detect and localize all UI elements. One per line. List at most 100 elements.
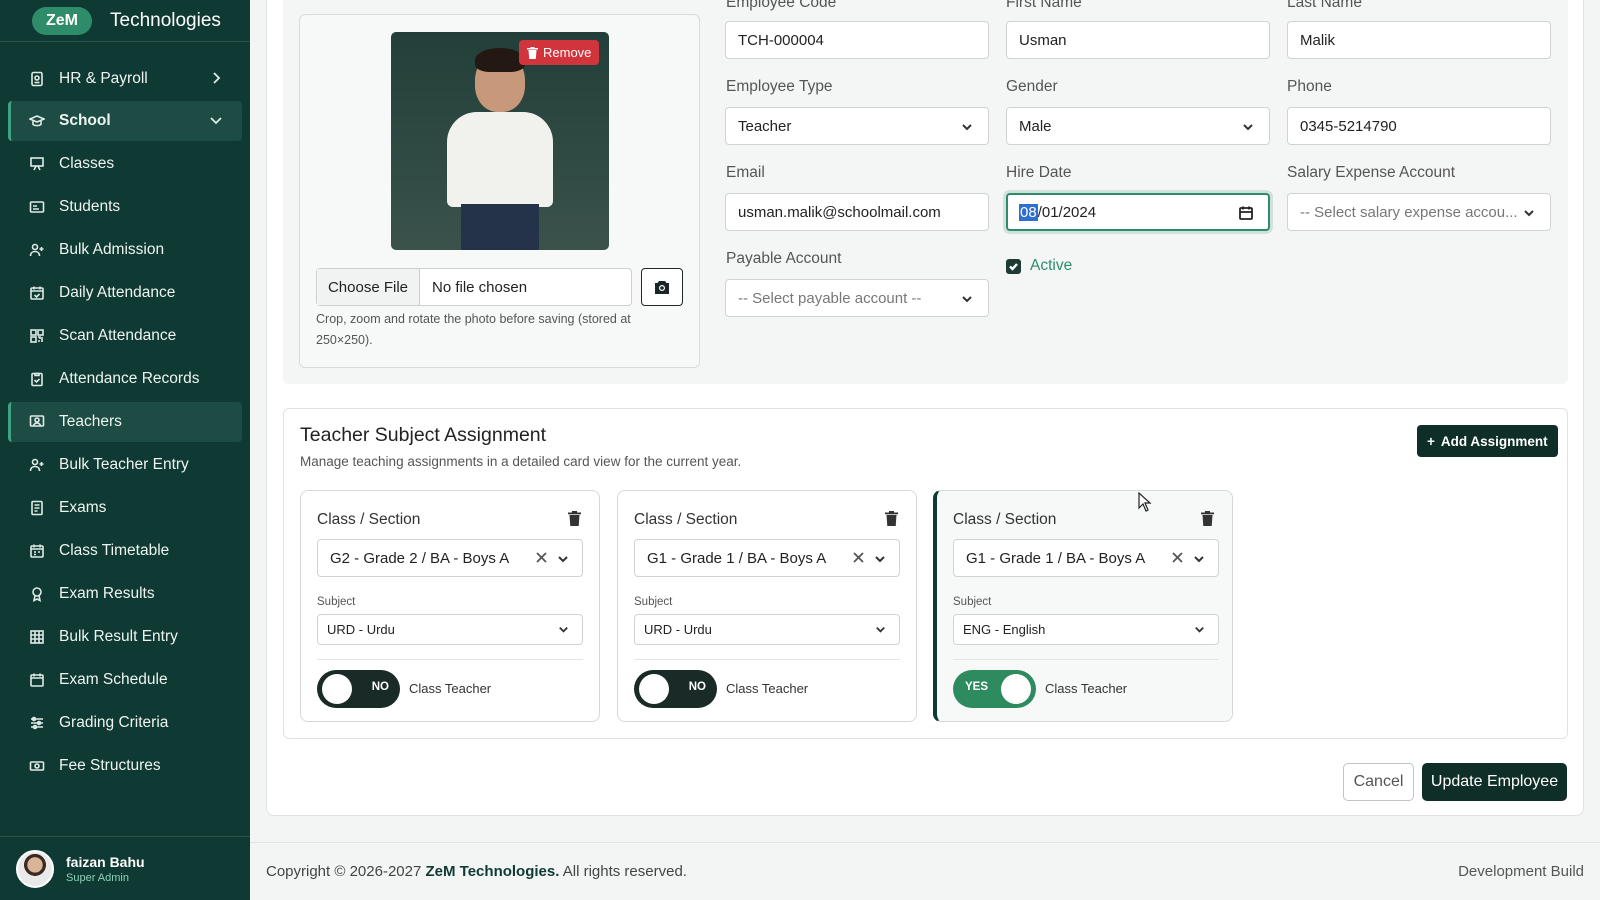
gender-select[interactable]: Male — [1006, 107, 1270, 145]
sidebar-item-hr-payroll[interactable]: HR & Payroll — [8, 59, 242, 99]
update-employee-button[interactable]: Update Employee — [1422, 763, 1567, 801]
sidebar-item-label: Scan Attendance — [59, 327, 177, 344]
class-teacher-toggle[interactable]: YES — [953, 670, 1036, 708]
chevron-down-icon — [1193, 623, 1206, 639]
sidebar-item-exam-schedule[interactable]: Exam Schedule — [8, 660, 242, 700]
last-name-field[interactable]: Malik — [1287, 21, 1551, 59]
subject-select[interactable]: ENG - English — [953, 614, 1219, 645]
employee-type-select[interactable]: Teacher — [725, 107, 989, 145]
first-name-field[interactable]: Usman — [1006, 21, 1270, 59]
sidebar-item-daily-attendance[interactable]: Daily Attendance — [8, 273, 242, 313]
sidebar-item-bulk-result-entry[interactable]: Bulk Result Entry — [8, 617, 242, 657]
sidebar-item-exams[interactable]: Exams — [8, 488, 242, 528]
employee-code-label: Employee Code — [726, 0, 837, 11]
class-teacher-label: Class Teacher — [409, 681, 492, 696]
class-teacher-label: Class Teacher — [726, 681, 809, 696]
sidebar-item-grading-criteria[interactable]: Grading Criteria — [8, 703, 242, 743]
sidebar-item-label: Grading Criteria — [59, 714, 169, 731]
trash-icon[interactable] — [885, 511, 898, 531]
class-teacher-toggle[interactable]: NO — [634, 670, 717, 708]
camera-button[interactable] — [641, 268, 683, 306]
chalkboard-icon — [28, 155, 46, 173]
sidebar-item-bulk-teacher-entry[interactable]: Bulk Teacher Entry — [8, 445, 242, 485]
subject-label: Subject — [317, 596, 356, 608]
sidebar-item-exam-results[interactable]: Exam Results — [8, 574, 242, 614]
sidebar-item-label: Bulk Admission — [59, 241, 165, 258]
clear-icon[interactable] — [1171, 551, 1184, 568]
cancel-button[interactable]: Cancel — [1343, 763, 1414, 801]
trash-icon[interactable] — [1201, 511, 1214, 531]
choose-file-button[interactable]: Choose File — [317, 269, 420, 305]
chevron-right-icon — [208, 70, 224, 91]
calendar-icon — [28, 542, 46, 560]
chevron-down-icon — [874, 623, 887, 639]
clear-icon[interactable] — [535, 551, 548, 568]
phone-field[interactable]: 0345-5214790 — [1287, 107, 1551, 145]
subject-select[interactable]: URD - Urdu — [317, 614, 583, 645]
brand-name: Technologies — [110, 9, 221, 31]
sidebar-item-label: Daily Attendance — [59, 284, 176, 301]
payable-account-select[interactable]: -- Select payable account -- — [725, 279, 989, 317]
sidebar-item-label: Fee Structures — [59, 757, 161, 774]
class-teacher-label: Class Teacher — [1045, 681, 1128, 696]
salary-account-select[interactable]: -- Select salary expense accou... — [1287, 193, 1551, 231]
calendar-icon[interactable] — [1238, 205, 1254, 225]
file-status: No file chosen — [432, 278, 528, 296]
class-section-label: Class / Section — [634, 511, 738, 528]
sidebar-item-label: Classes — [59, 155, 115, 172]
sidebar-item-attendance-records[interactable]: Attendance Records — [8, 359, 242, 399]
copyright-text: Copyright © 2026-2027 — [266, 863, 422, 880]
mouse-cursor-icon — [1138, 492, 1152, 512]
trash-icon[interactable] — [568, 511, 581, 531]
chevron-down-icon — [873, 552, 887, 570]
sidebar-item-classes[interactable]: Classes — [8, 144, 242, 184]
sidebar-item-fee-structures[interactable]: Fee Structures — [8, 746, 242, 786]
class-section-value: G1 - Grade 1 / BA - Boys A — [966, 549, 1146, 567]
money-icon — [28, 757, 46, 775]
class-section-value: G1 - Grade 1 / BA - Boys A — [647, 549, 827, 567]
employee-type-value: Teacher — [738, 117, 792, 135]
calendar-check-icon — [28, 284, 46, 302]
divider — [317, 659, 583, 660]
user-name: faizan Bahu — [66, 853, 145, 870]
toggle-state: YES — [965, 681, 989, 693]
sidebar-item-label: Exams — [59, 499, 107, 516]
remove-photo-button[interactable]: Remove — [519, 40, 600, 65]
subject-select[interactable]: URD - Urdu — [634, 614, 900, 645]
sidebar-item-label: Bulk Result Entry — [59, 628, 178, 645]
sidebar-item-students[interactable]: Students — [8, 187, 242, 227]
file-input[interactable]: Choose File No file chosen — [316, 268, 632, 306]
active-label: Active — [1030, 257, 1073, 274]
employee-code-field[interactable]: TCH-000004 — [725, 21, 989, 59]
chevron-down-icon — [960, 292, 974, 310]
add-assignment-button[interactable]: + Add Assignment — [1417, 425, 1558, 457]
subject-label: Subject — [953, 596, 992, 608]
sidebar-item-label: Exam Schedule — [59, 671, 168, 688]
hire-date-field[interactable]: 08 /01/2024 — [1006, 193, 1270, 231]
sidebar-item-teachers[interactable]: Teachers — [8, 402, 242, 442]
chevron-down-icon — [557, 623, 570, 639]
email-field[interactable]: usman.malik@schoolmail.com — [725, 193, 989, 231]
sidebar-item-bulk-admission[interactable]: Bulk Admission — [8, 230, 242, 270]
exam-icon — [28, 499, 46, 517]
last-name-label: Last Name — [1287, 0, 1362, 11]
user-role: Super Admin — [66, 871, 129, 884]
employee-type-label: Employee Type — [726, 78, 833, 95]
assignment-subtitle: Manage teaching assignments in a detaile… — [300, 454, 742, 469]
clear-icon[interactable] — [852, 551, 865, 568]
company-name[interactable]: ZeM Technologies. — [426, 863, 560, 880]
sidebar-item-scan-attendance[interactable]: Scan Attendance — [8, 316, 242, 356]
sidebar-item-school[interactable]: School — [8, 101, 242, 141]
sidebar-item-label: HR & Payroll — [59, 70, 148, 87]
brand[interactable]: ZeM Technologies — [0, 0, 250, 42]
sidebar-item-class-timetable[interactable]: Class Timetable — [8, 531, 242, 571]
active-checkbox[interactable] — [1006, 259, 1021, 274]
class-section-select[interactable]: G1 - Grade 1 / BA - Boys A — [634, 539, 900, 577]
class-teacher-toggle[interactable]: NO — [317, 670, 400, 708]
class-section-select[interactable]: G2 - Grade 2 / BA - Boys A — [317, 539, 583, 577]
class-section-select[interactable]: G1 - Grade 1 / BA - Boys A — [953, 539, 1219, 577]
check-icon — [1009, 263, 1018, 271]
award-icon — [28, 585, 46, 603]
user-profile[interactable]: faizan Bahu Super Admin — [0, 836, 250, 900]
gender-value: Male — [1019, 117, 1052, 135]
